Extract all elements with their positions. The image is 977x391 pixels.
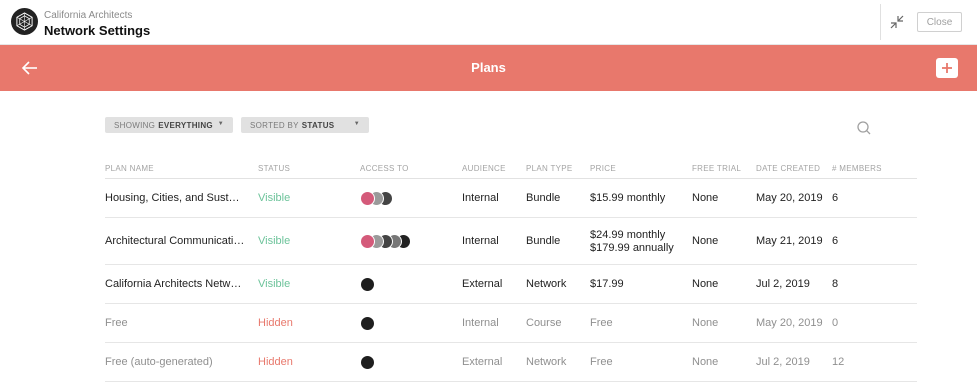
plan-type-cell: Course xyxy=(526,316,562,329)
course-avatar-icon xyxy=(360,276,375,292)
banner-title: Plans xyxy=(471,60,506,75)
plan-type-cell: Network xyxy=(526,277,567,290)
showing-filter-value: EVERYTHING xyxy=(158,120,213,130)
table-header: PLAN NAME STATUS ACCESS TO AUDIENCE PLAN… xyxy=(105,160,917,179)
members-count-cell: 12 xyxy=(832,355,845,368)
free-trial-cell: None xyxy=(692,277,719,290)
header-divider xyxy=(880,4,881,40)
price-cell-line1: $24.99 monthly xyxy=(590,228,666,241)
course-avatar-icon xyxy=(360,354,375,370)
plan-name-cell: Free (auto-generated) xyxy=(105,355,213,368)
plan-type-cell: Bundle xyxy=(526,191,561,204)
plan-name-cell: Housing, Cities, and Sustain… xyxy=(105,191,245,204)
column-header-free-trial[interactable]: FREE TRIAL xyxy=(692,164,741,173)
caret-down-icon: ▼ xyxy=(217,121,224,127)
free-trial-cell: None xyxy=(692,234,719,247)
price-cell: Free xyxy=(590,316,613,329)
status-cell: Hidden xyxy=(258,355,293,368)
course-avatar-icon xyxy=(360,315,375,331)
members-count-cell: 6 xyxy=(832,234,839,247)
column-header-plan-name[interactable]: PLAN NAME xyxy=(105,164,154,173)
plan-name-cell: Free xyxy=(105,316,128,329)
table-row[interactable]: Free Hidden Internal Course Free None May 20, … xyxy=(105,304,917,343)
price-cell: $17.99 xyxy=(590,277,624,290)
column-header-plan-type[interactable]: PLAN TYPE xyxy=(526,164,573,173)
column-header-access[interactable]: ACCESS TO xyxy=(360,164,409,173)
date-created-cell: May 21, 2019 xyxy=(756,234,823,247)
showing-filter-prefix: SHOWING xyxy=(114,120,156,130)
column-header-members[interactable]: # MEMBERS xyxy=(832,164,882,173)
status-cell: Visible xyxy=(258,277,291,290)
showing-filter-dropdown[interactable]: SHOWING EVERYTHING ▼ xyxy=(105,117,233,133)
status-cell: Visible xyxy=(258,191,291,204)
date-created-cell: Jul 2, 2019 xyxy=(756,355,810,368)
search-icon[interactable] xyxy=(856,120,872,136)
date-created-cell: Jul 2, 2019 xyxy=(756,277,810,290)
close-button[interactable]: Close xyxy=(917,12,962,32)
status-cell: Hidden xyxy=(258,316,293,329)
sort-prefix: SORTED BY xyxy=(250,120,299,130)
page-title: Network Settings xyxy=(44,23,151,38)
table-row[interactable]: Free (auto-generated) Hidden External Netwo… xyxy=(105,343,917,382)
top-bar: California Architects Network Settings C… xyxy=(0,0,977,45)
table-row[interactable]: Housing, Cities, and Sustain… Visible Inte… xyxy=(105,179,917,218)
plan-type-cell: Network xyxy=(526,355,567,368)
column-header-status[interactable]: STATUS xyxy=(258,164,290,173)
members-count-cell: 8 xyxy=(832,277,839,290)
plan-type-cell: Bundle xyxy=(526,234,561,247)
plan-name-cell: California Architects Networ… xyxy=(105,277,245,290)
course-avatar-icon xyxy=(360,233,375,249)
audience-cell: External xyxy=(462,277,503,290)
sort-dropdown[interactable]: SORTED BY STATUS ▼ xyxy=(241,117,369,133)
plan-name-cell: Architectural Communicatio… xyxy=(105,234,245,247)
org-name: California Architects xyxy=(44,10,133,21)
column-header-date-created[interactable]: DATE CREATED xyxy=(756,164,820,173)
caret-down-icon: ▼ xyxy=(353,121,360,127)
plans-banner: Plans xyxy=(0,45,977,91)
members-count-cell: 6 xyxy=(832,191,839,204)
course-avatar-icon xyxy=(360,190,375,206)
price-cell: $15.99 monthly xyxy=(590,191,666,204)
members-count-cell: 0 xyxy=(832,316,839,329)
sort-value: STATUS xyxy=(301,120,335,130)
audience-cell: Internal xyxy=(462,234,499,247)
table-row[interactable]: Architectural Communicatio… Visible Intern… xyxy=(105,218,917,265)
column-header-price[interactable]: PRICE xyxy=(590,164,616,173)
collapse-arrows-icon[interactable] xyxy=(888,13,906,31)
status-cell: Visible xyxy=(258,234,291,247)
access-avatars[interactable] xyxy=(360,190,393,206)
plus-icon xyxy=(942,63,952,73)
table-body: Housing, Cities, and Sustain… Visible Inte… xyxy=(105,179,917,382)
plans-table: PLAN NAME STATUS ACCESS TO AUDIENCE PLAN… xyxy=(105,160,917,382)
audience-cell: External xyxy=(462,355,503,368)
audience-cell: Internal xyxy=(462,191,499,204)
free-trial-cell: None xyxy=(692,355,719,368)
access-avatars[interactable] xyxy=(360,233,411,249)
date-created-cell: May 20, 2019 xyxy=(756,191,823,204)
column-header-audience[interactable]: AUDIENCE xyxy=(462,164,506,173)
access-avatars[interactable] xyxy=(360,276,375,292)
audience-cell: Internal xyxy=(462,316,499,329)
price-cell-line2: $179.99 annually xyxy=(590,241,674,254)
add-plan-button[interactable] xyxy=(936,58,958,78)
hexagon-network-logo-icon[interactable] xyxy=(11,8,38,35)
free-trial-cell: None xyxy=(692,316,719,329)
free-trial-cell: None xyxy=(692,191,719,204)
arrow-left-icon[interactable] xyxy=(20,58,40,78)
date-created-cell: May 20, 2019 xyxy=(756,316,823,329)
access-avatars[interactable] xyxy=(360,315,375,331)
price-cell: Free xyxy=(590,355,613,368)
table-row[interactable]: California Architects Networ… Visible Exte… xyxy=(105,265,917,304)
access-avatars[interactable] xyxy=(360,354,375,370)
